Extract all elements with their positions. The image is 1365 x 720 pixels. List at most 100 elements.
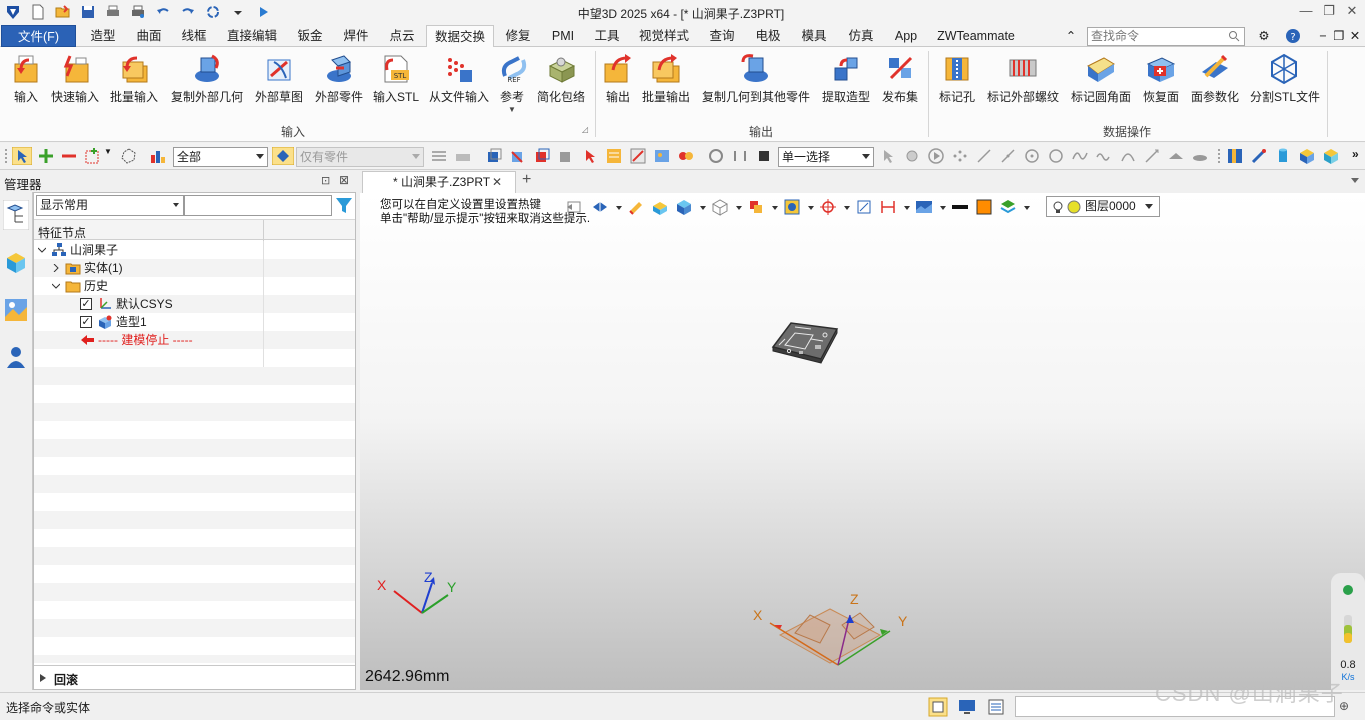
eraser-icon[interactable] xyxy=(627,198,645,216)
select-feature-icon[interactable] xyxy=(557,147,575,165)
cube-icon[interactable] xyxy=(1298,147,1316,165)
previous-view-icon[interactable] xyxy=(565,198,583,216)
chevron-right-icon[interactable] xyxy=(52,264,60,272)
publish-set-button[interactable]: 发布集 xyxy=(880,52,920,105)
tab-simulation[interactable]: 仿真 xyxy=(842,25,880,47)
dropdown-icon[interactable] xyxy=(904,206,910,210)
pick-pointer-icon[interactable] xyxy=(12,147,32,165)
gear-select-icon[interactable] xyxy=(903,147,921,165)
add-icon[interactable] xyxy=(37,147,55,165)
tab-pmi[interactable]: PMI xyxy=(545,25,581,47)
app-logo-icon[interactable] xyxy=(4,3,22,21)
mark-hole-button[interactable]: 标记孔 xyxy=(937,52,977,105)
print-preview-icon[interactable] xyxy=(129,3,147,21)
dropdown-icon[interactable]: ▼ xyxy=(104,147,112,165)
collapse-ribbon-icon[interactable]: ⌃ xyxy=(1063,25,1079,47)
stop-square-icon[interactable] xyxy=(755,147,773,165)
display-filter-select[interactable]: 显示常用 xyxy=(36,195,184,216)
new-file-icon[interactable] xyxy=(29,3,47,21)
external-sketch-button[interactable]: 外部草图 xyxy=(253,52,305,105)
run-icon[interactable] xyxy=(254,3,272,21)
view-manager-tab-icon[interactable] xyxy=(3,295,29,325)
dialog-launcher-icon[interactable]: ◿ xyxy=(582,125,588,134)
command-search-input[interactable]: 查找命令 xyxy=(1087,27,1245,46)
rotate-view-icon[interactable] xyxy=(707,147,725,165)
assembly-tab-icon[interactable] xyxy=(3,248,29,278)
curve-icon[interactable] xyxy=(1071,147,1089,165)
visibility-checkbox[interactable]: ✓ xyxy=(80,316,92,328)
tab-tools[interactable]: 工具 xyxy=(588,25,626,47)
mark-fillet-face-button[interactable]: 标记圆角面 xyxy=(1069,52,1133,105)
tree-search-input[interactable] xyxy=(184,195,332,216)
tab-file[interactable]: 文件(F) xyxy=(1,25,76,47)
filter-icon[interactable] xyxy=(150,147,168,165)
section-view-icon[interactable] xyxy=(747,198,765,216)
import-stl-button[interactable]: STL 输入STL xyxy=(373,52,419,105)
select-sketch-icon[interactable] xyxy=(629,147,647,165)
dropdown-icon[interactable] xyxy=(844,206,850,210)
export-button[interactable]: 输出 xyxy=(600,52,636,105)
extract-shape-button[interactable]: 提取造型 xyxy=(820,52,872,105)
input-mode-icon[interactable] xyxy=(928,697,948,717)
regen-icon[interactable] xyxy=(204,3,222,21)
tree-row-modeling-stop[interactable]: ----- 建模停止 ----- xyxy=(34,331,355,349)
redo-icon[interactable] xyxy=(179,3,197,21)
selection-mode-select[interactable]: 单一选择 xyxy=(778,147,874,167)
parts-filter-select[interactable]: 仅有零件 xyxy=(296,147,424,167)
face-parameterize-button[interactable]: 面参数化 xyxy=(1189,52,1241,105)
open-folder-icon[interactable] xyxy=(54,3,72,21)
import-from-file-button[interactable]: 从文件输入 xyxy=(428,52,490,105)
tab-app[interactable]: App xyxy=(888,25,924,47)
split-stl-button[interactable]: 分割STL文件 xyxy=(1250,52,1320,105)
tab-surface[interactable]: 曲面 xyxy=(130,25,168,47)
batch-import-button[interactable]: 批量输入 xyxy=(109,52,159,105)
render-mode-icon[interactable] xyxy=(675,198,693,216)
snap-icon[interactable] xyxy=(731,147,749,165)
save-icon[interactable] xyxy=(79,3,97,21)
circle-icon[interactable] xyxy=(1047,147,1065,165)
parts-only-toggle-icon[interactable] xyxy=(272,147,294,165)
dropdown-icon[interactable] xyxy=(229,3,247,21)
select-image-icon[interactable] xyxy=(653,147,671,165)
select-edge-icon[interactable] xyxy=(509,147,527,165)
panel-close-icon[interactable]: ⊠ xyxy=(339,173,349,187)
dropdown-icon[interactable] xyxy=(772,206,778,210)
reference-button[interactable]: REF 参考 ▼ xyxy=(497,52,527,114)
settings-gear-icon[interactable]: ⚙ xyxy=(1254,25,1274,47)
color-bar-icon[interactable] xyxy=(1226,147,1244,165)
dropdown-icon[interactable] xyxy=(940,206,946,210)
help-icon[interactable]: ? xyxy=(1282,25,1304,47)
cylinder-icon[interactable] xyxy=(1274,147,1292,165)
print-icon[interactable] xyxy=(104,3,122,21)
lasso-select-icon[interactable] xyxy=(120,147,138,165)
quick-import-button[interactable]: 快速输入 xyxy=(50,52,100,105)
arc-icon[interactable] xyxy=(1119,147,1137,165)
filter-select[interactable]: 全部 xyxy=(173,147,268,167)
dropdown-icon[interactable] xyxy=(736,206,742,210)
cursor-select-icon[interactable] xyxy=(879,147,897,165)
mark-external-thread-button[interactable]: 标记外部螺纹 xyxy=(985,52,1061,105)
tab-inquire[interactable]: 查询 xyxy=(703,25,741,47)
view-orientation-icon[interactable] xyxy=(591,198,609,216)
screen-mode-icon[interactable] xyxy=(957,697,977,717)
panel-float-icon[interactable]: ⊡ xyxy=(321,174,330,187)
doc-close-icon[interactable]: ✕ xyxy=(1349,25,1361,47)
batch-export-button[interactable]: 批量输出 xyxy=(640,52,692,105)
remove-icon[interactable] xyxy=(60,147,78,165)
dimension-icon[interactable] xyxy=(879,198,897,216)
line-icon[interactable] xyxy=(975,147,993,165)
line-color-icon[interactable] xyxy=(951,198,969,216)
point-cloud-icon[interactable] xyxy=(951,147,969,165)
model-part[interactable] xyxy=(765,315,845,369)
layer-manager-icon[interactable] xyxy=(999,198,1017,216)
tab-data-exchange[interactable]: 数据交换 xyxy=(426,25,494,48)
target-icon[interactable] xyxy=(819,198,837,216)
tab-weldment[interactable]: 焊件 xyxy=(337,25,375,47)
doc-restore-icon[interactable]: ❐ xyxy=(1333,25,1345,47)
import-button[interactable]: 输入 xyxy=(9,52,43,105)
close-icon[interactable]: ✕ xyxy=(1343,3,1361,19)
copy-geometry-to-part-button[interactable]: 复制几何到其他零件 xyxy=(700,52,812,105)
tab-sheet-metal[interactable]: 钣金 xyxy=(291,25,329,47)
dropdown-icon[interactable] xyxy=(808,206,814,210)
zoom-fit-icon[interactable] xyxy=(855,198,873,216)
